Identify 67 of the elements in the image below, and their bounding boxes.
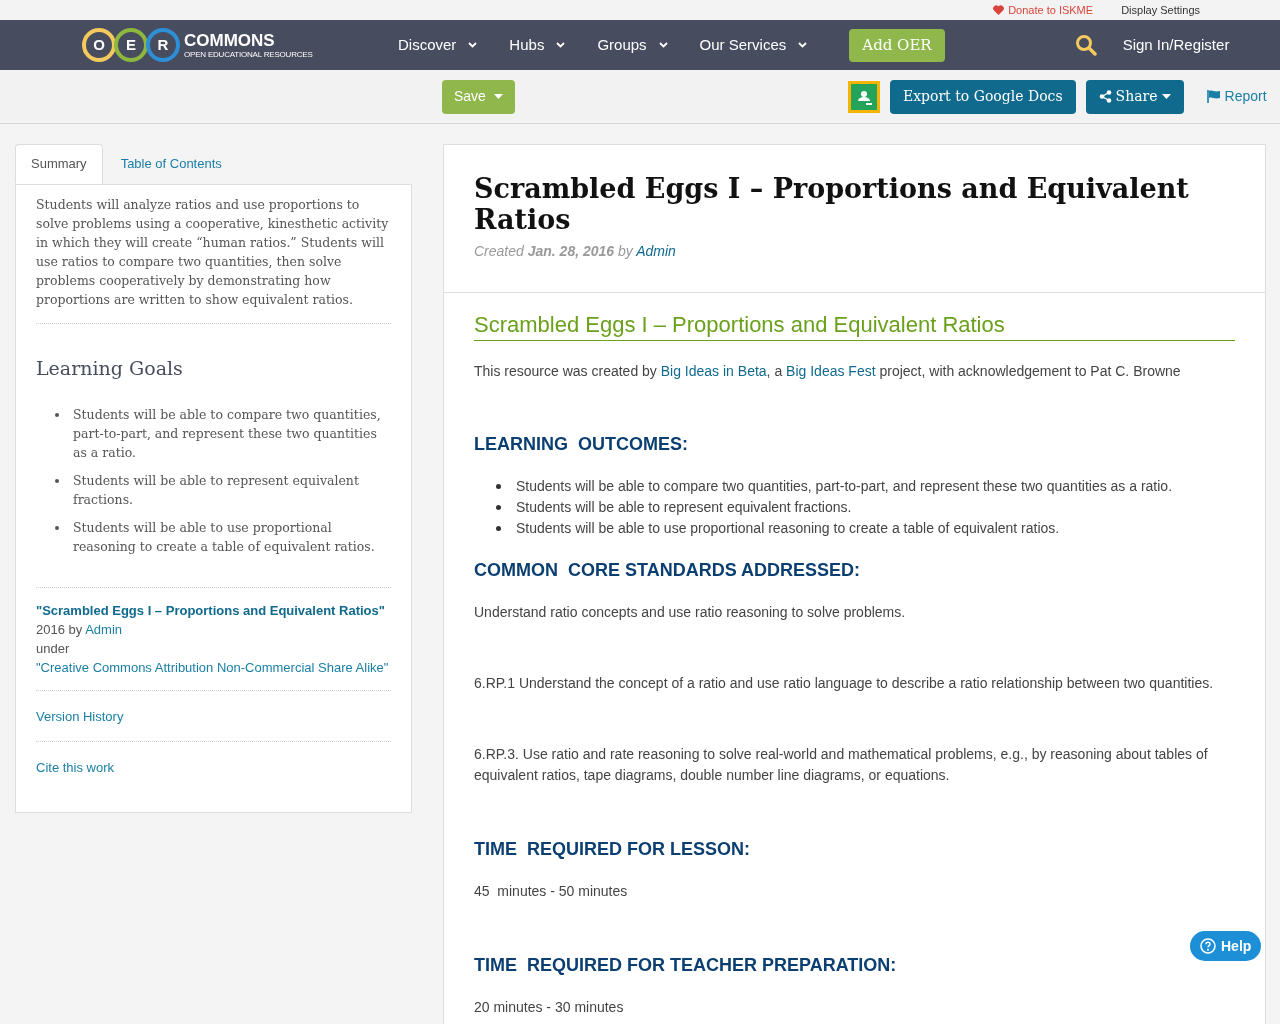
nav-menu-item[interactable]: Discover [398, 33, 478, 57]
created-line: Created Jan. 28, 2016 by Admin [474, 242, 677, 261]
section-heading: LEARNING OUTCOMES: [474, 433, 689, 456]
chevron-down-icon [556, 42, 566, 48]
paragraph: 6.RP.3. Use ratio and rate reasoning to solve real-world and mathematical problems, e.g., by reasoning about tables of equivalent ratios, tape diagrams, double number line diagrams, or equations. [474, 745, 1209, 785]
section-heading: COMMON CORE STANDARDS ADDRESSED: [474, 559, 861, 582]
bullet-icon [55, 478, 59, 483]
donate-link[interactable]: Donate to ISKME [993, 1, 1094, 19]
caret-icon [493, 94, 503, 99]
bullet-icon [55, 525, 59, 530]
logo-title: COMMONS [184, 31, 276, 49]
logo-letter: O [82, 28, 116, 62]
chevron-down-icon [658, 42, 668, 48]
logo-subtitle: OPEN EDUCATIONAL RESOURCES [184, 50, 313, 59]
bullet-icon [496, 484, 501, 489]
author-link[interactable]: Admin [636, 243, 676, 259]
sidebar-tab[interactable]: Summary [15, 144, 103, 184]
chevron-down-icon [468, 42, 478, 48]
source-link[interactable]: Big Ideas Fest [786, 363, 876, 379]
flag-icon [1206, 90, 1221, 103]
license-link[interactable]: "Creative Commons Attribution Non-Commercial Share Alike" [36, 657, 391, 677]
resource-link[interactable]: "Scrambled Eggs I – Proportions and Equivalent Ratios" [36, 602, 385, 618]
bullet-icon [496, 526, 501, 531]
logo-letter: E [114, 28, 148, 62]
nav-menu-item[interactable]: Groups [597, 33, 668, 57]
display-settings-link[interactable]: Display Settings [1121, 1, 1200, 19]
summary-text: Students will analyze ratios and use proportions to solve problems using a cooperative, kinesthetic activity in which they will create “human ratios.” Students will use ratios to compare two quantities, then solve problems cooperatively by demonstrating how proportions are written to show equivalent ratios. [36, 195, 391, 324]
learning-goals-heading: Learning Goals [36, 356, 184, 381]
caret-icon [1161, 94, 1171, 99]
bullet-icon [496, 505, 501, 510]
help-button[interactable]: Help [1188, 929, 1264, 963]
report-link[interactable]: Report [1206, 86, 1267, 107]
search-icon[interactable] [1074, 34, 1097, 56]
paragraph: Understand ratio concepts and use ratio reasoning to solve problems. [474, 603, 907, 622]
learning-goal: Students will be able to use proportional reasoning to create a table of equivalent ratios. [73, 518, 376, 556]
sign-in-link[interactable]: Sign In/Register [1122, 33, 1230, 57]
credit-text: under [36, 640, 70, 656]
credit-text: 2016 by [36, 621, 84, 637]
heart-icon [993, 5, 1005, 15]
list-item-text: Students will be able to compare two quantities, part-to-part, and represent these two quantities as a ratio. [516, 477, 1173, 496]
export-button[interactable]: Export to Google Docs [889, 79, 1076, 114]
share-button[interactable]: Share [1085, 79, 1184, 114]
share-icon [1098, 90, 1112, 103]
paragraph: 45 minutes - 50 minutes [474, 882, 629, 901]
resource-title: Scrambled Eggs I – Proportions and Equivalent Ratios [474, 173, 1190, 235]
learning-goal: Students will be able to compare two quantities, part-to-part, and represent these two quantities as a ratio. [73, 405, 382, 462]
nav-menu-item[interactable]: Hubs [509, 33, 566, 57]
section-heading: TIME REQUIRED FOR LESSON: [474, 838, 751, 861]
content-title: Scrambled Eggs I – Proportions and Equivalent Ratios [474, 311, 1235, 341]
paragraph: 20 minutes - 30 minutes [474, 998, 625, 1017]
sidebar-tab[interactable]: Table of Contents [102, 144, 240, 184]
nav-menu-item[interactable]: Our Services [699, 33, 808, 57]
sidebar-link[interactable]: Cite this work [36, 759, 115, 775]
author-link[interactable]: Admin [85, 621, 122, 637]
paragraph: 6.RP.1 Understand the concept of a ratio and use ratio language to describe a ratio relationship between two quantities. [474, 674, 1215, 693]
source-link[interactable]: Big Ideas in Beta [660, 363, 767, 379]
learning-goal: Students will be able to represent equivalent fractions. [73, 471, 360, 509]
chevron-down-icon [798, 42, 808, 48]
sidebar-link[interactable]: Version History [36, 708, 124, 724]
section-heading: TIME REQUIRED FOR TEACHER PREPARATION: [474, 954, 898, 977]
credit-text: This resource was created by Big Ideas in Beta, a Big Ideas Fest project, with acknowledgement to Pat C. Browne [474, 362, 1182, 381]
classroom-icon[interactable] [847, 80, 880, 113]
bullet-icon [55, 412, 59, 417]
list-item-text: Students will be able to use proportional reasoning to create a table of equivalent ratios. [516, 519, 1060, 538]
logo-letter: R [146, 28, 180, 62]
list-item-text: Students will be able to represent equivalent fractions. [516, 498, 852, 517]
help-icon [1200, 938, 1216, 954]
